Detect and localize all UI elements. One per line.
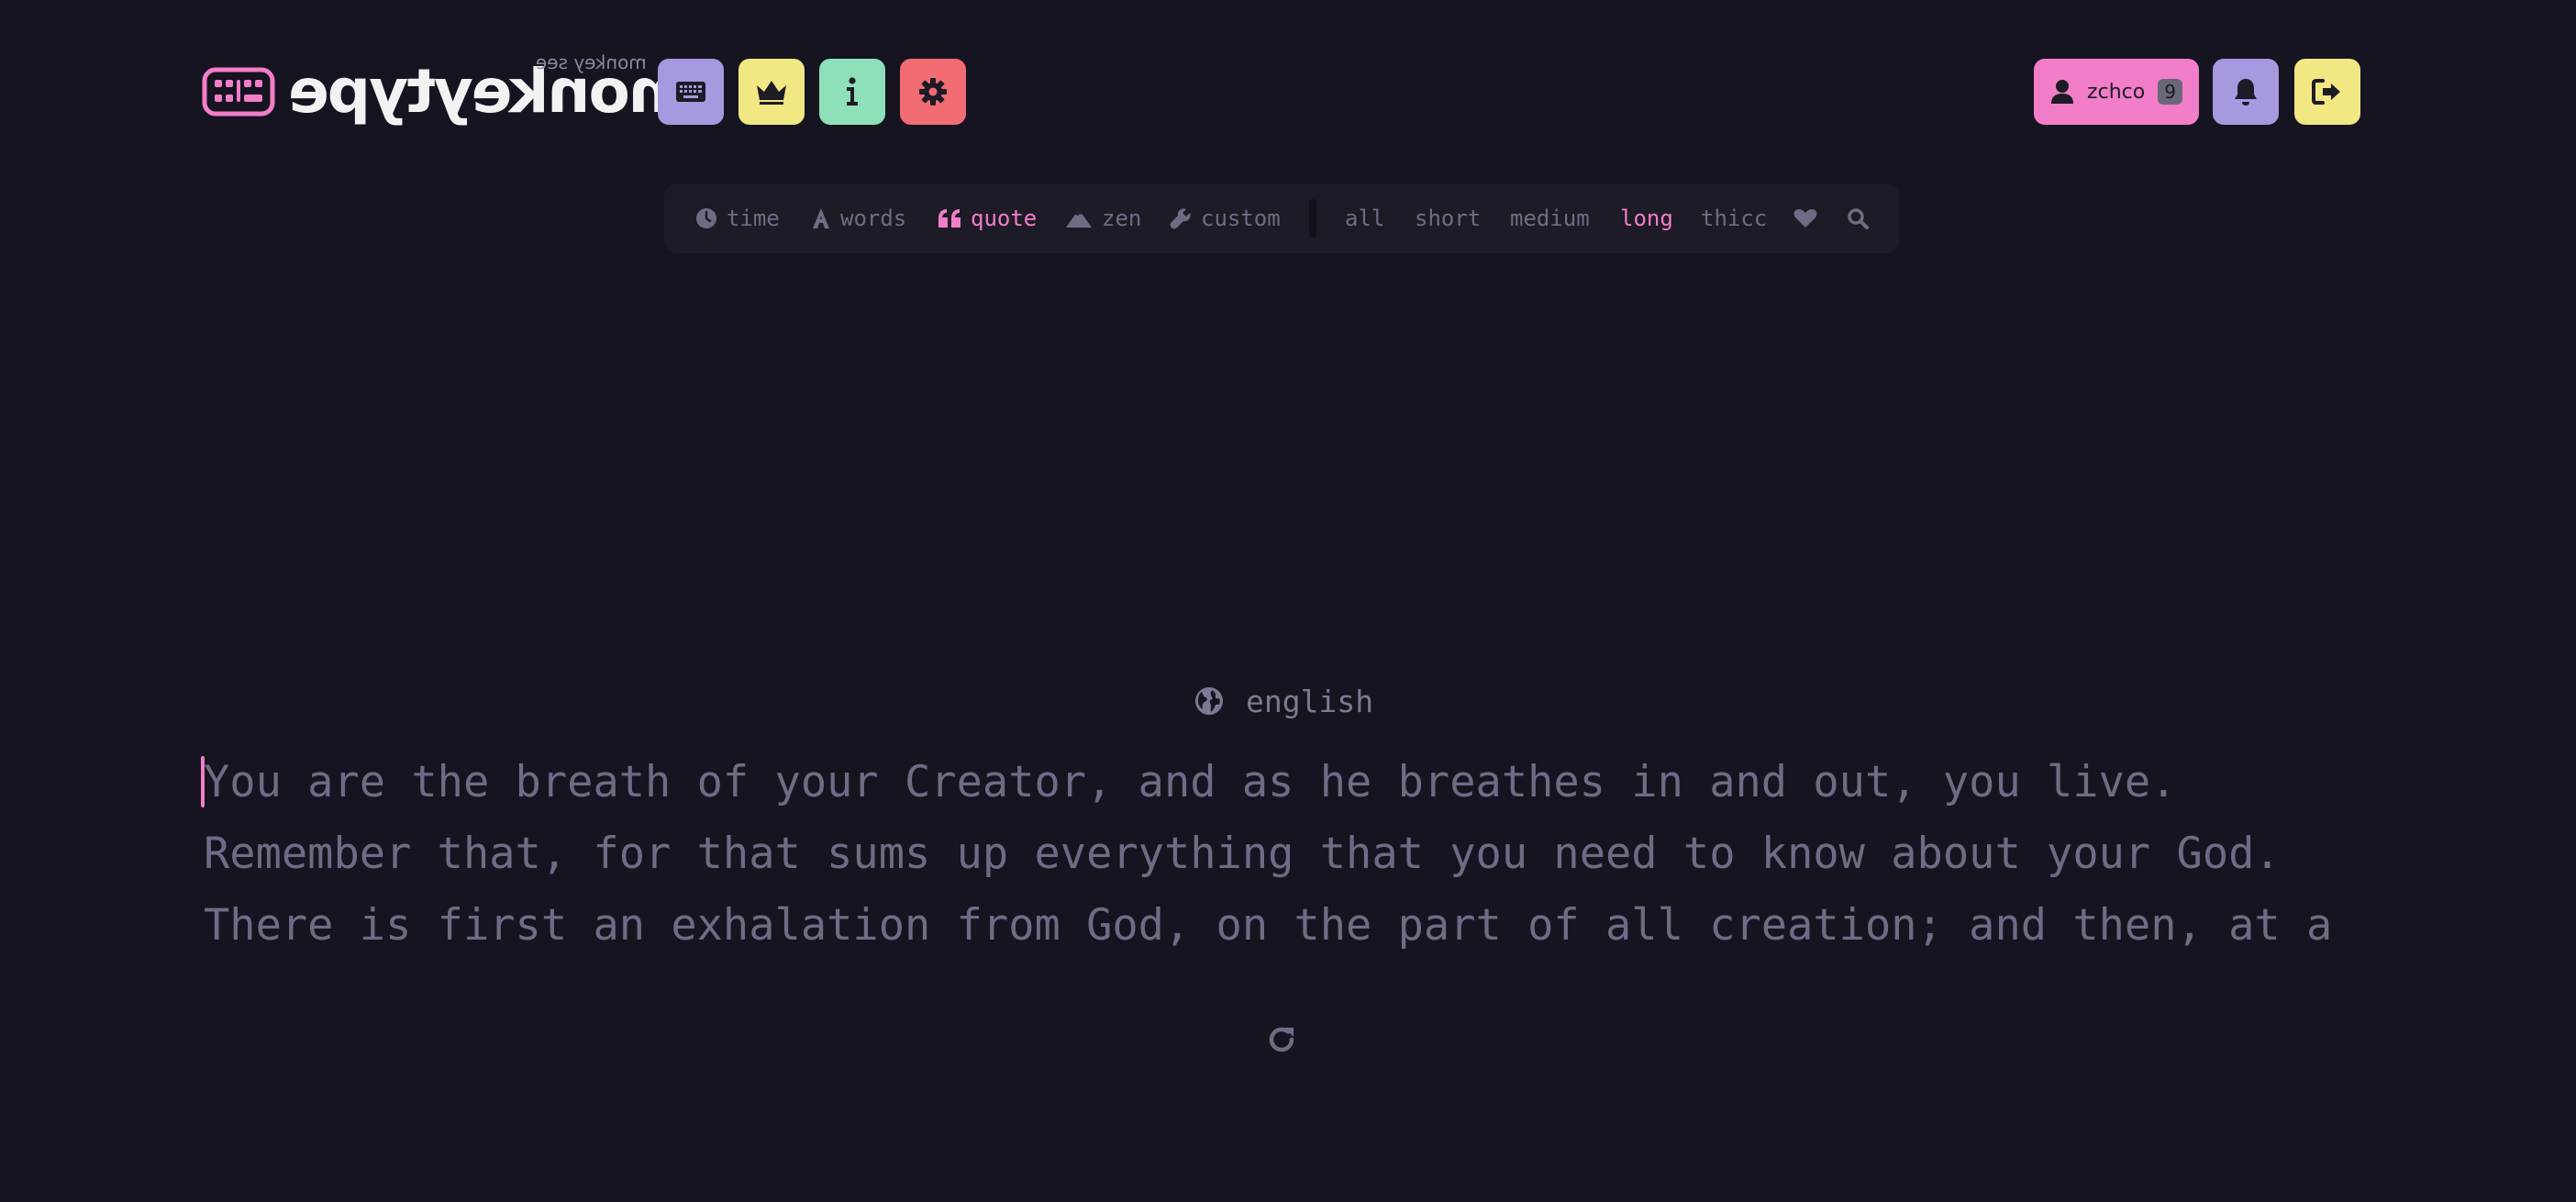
- quote-left-icon: [938, 209, 960, 228]
- wrench-icon: [1170, 208, 1191, 229]
- mode-custom-label: custom: [1201, 206, 1281, 231]
- user-icon: [2051, 80, 2074, 104]
- config-separator: [1309, 199, 1316, 238]
- heart-icon: [1793, 209, 1817, 228]
- info-icon: [847, 77, 858, 106]
- account-level-badge: 9: [2158, 79, 2182, 105]
- favorite-quotes-button[interactable]: [1793, 184, 1817, 253]
- mode-zen-label: zen: [1102, 206, 1142, 231]
- clock-icon: [696, 208, 716, 228]
- mode-quote[interactable]: quote: [938, 184, 1037, 253]
- gear-icon: [919, 78, 947, 106]
- crown-icon: [757, 81, 786, 105]
- globe-icon: [1195, 687, 1223, 715]
- mode-quote-label: quote: [971, 206, 1038, 231]
- logo-subtext: monkey see: [536, 51, 647, 73]
- quote-length-long[interactable]: long: [1620, 184, 1673, 253]
- keyboard-icon: [676, 82, 705, 102]
- font-icon: [813, 208, 829, 228]
- keyboard-button[interactable]: [658, 59, 724, 125]
- mode-words-label: words: [840, 206, 907, 231]
- quote-length-medium[interactable]: medium: [1510, 184, 1590, 253]
- mode-custom[interactable]: custom: [1170, 184, 1281, 253]
- restart-button[interactable]: [1266, 1024, 1297, 1055]
- search-icon: [1848, 208, 1869, 229]
- words-line: You are the breath of your Creator, and …: [204, 757, 2177, 807]
- leaderboards-button[interactable]: [738, 59, 805, 125]
- language-selector[interactable]: english: [1194, 681, 1373, 721]
- mode-time-label: time: [727, 206, 780, 231]
- logout-button[interactable]: [2294, 59, 2360, 125]
- redo-icon: [1269, 1027, 1294, 1052]
- sign-out-icon: [2312, 79, 2340, 105]
- words-display[interactable]: You are the breath of your Creator, and …: [204, 747, 2424, 962]
- quote-length-long-label: long: [1620, 206, 1673, 231]
- account-username: zchco: [2087, 80, 2146, 104]
- words-line: Remember that, for that sums up everythi…: [204, 829, 2281, 879]
- notifications-button[interactable]: [2213, 59, 2279, 125]
- words-line: There is first an exhalation from God, o…: [204, 900, 2333, 951]
- keyboard-logo-icon: [202, 67, 275, 117]
- mode-zen[interactable]: zen: [1065, 184, 1141, 253]
- about-button[interactable]: [819, 59, 885, 125]
- mode-time[interactable]: time: [695, 184, 780, 253]
- language-label: english: [1246, 683, 1374, 719]
- quote-length-short[interactable]: short: [1415, 184, 1481, 253]
- bell-icon: [2235, 79, 2257, 106]
- quote-length-short-label: short: [1415, 206, 1482, 231]
- account-button[interactable]: zchco 9: [2034, 59, 2199, 125]
- settings-button[interactable]: [900, 59, 966, 125]
- quote-length-thicc[interactable]: thicc: [1701, 184, 1767, 253]
- quote-length-all[interactable]: all: [1345, 184, 1384, 253]
- search-quotes-button[interactable]: [1847, 184, 1869, 253]
- test-config-bar: time words quote zen custom all short me…: [664, 184, 1899, 253]
- mountain-icon: [1066, 209, 1092, 228]
- quote-length-medium-label: medium: [1510, 206, 1590, 231]
- quote-length-thicc-label: thicc: [1701, 206, 1768, 231]
- quote-length-all-label: all: [1345, 206, 1385, 231]
- mode-words[interactable]: words: [811, 184, 906, 253]
